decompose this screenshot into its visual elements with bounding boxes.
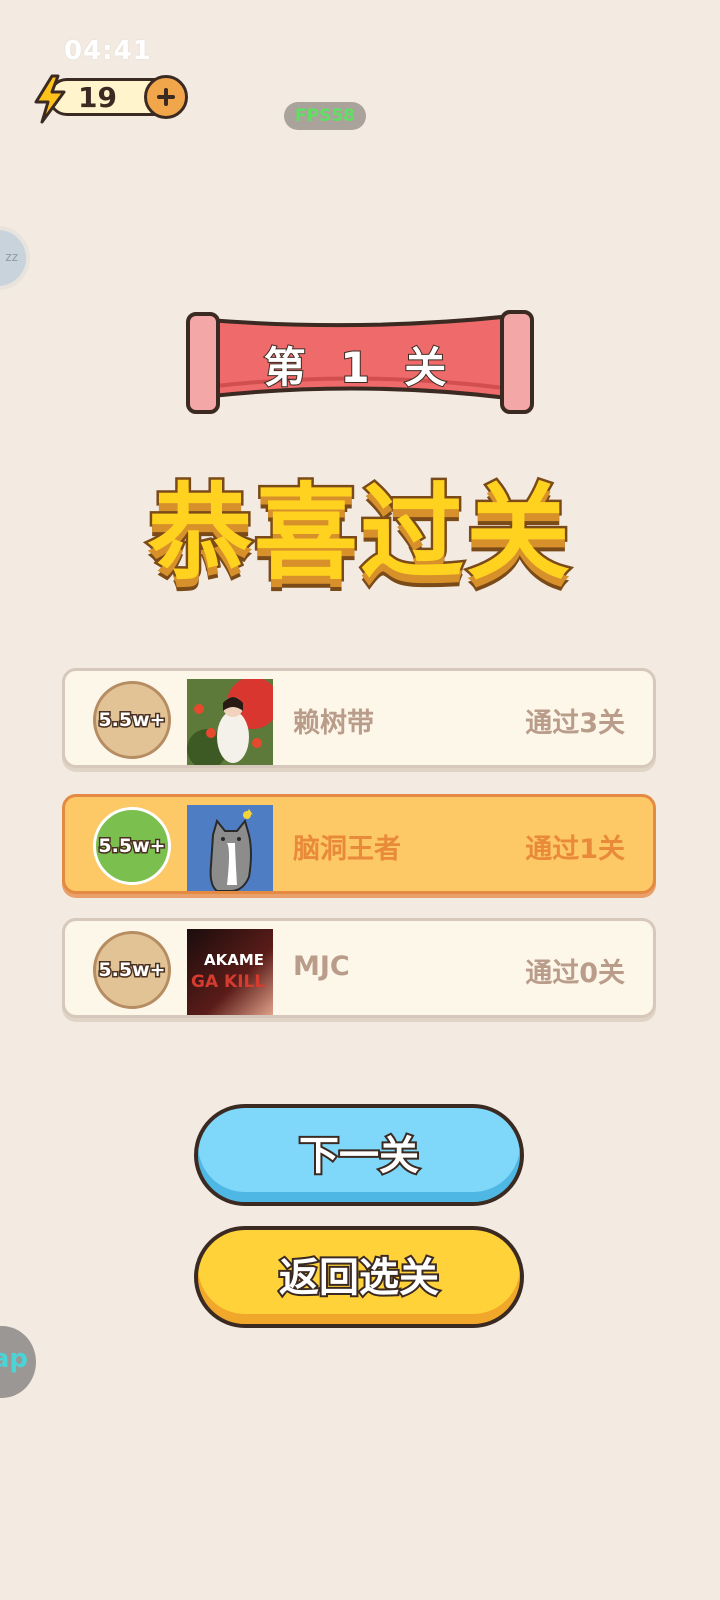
floating-side-button-top[interactable]: zz	[0, 226, 30, 290]
rank-badge: 5.5w+	[93, 681, 171, 759]
rank-badge: 5.5w+	[93, 931, 171, 1009]
rank-badge: 5.5w+	[93, 807, 171, 885]
avatar-text-line2: GA KILL	[191, 972, 265, 992]
avatar	[187, 805, 273, 891]
congrats-headline: 恭喜过关	[145, 470, 572, 597]
player-name: 脑洞王者	[293, 834, 401, 865]
level-number-title: 第 1 关	[263, 342, 457, 393]
next-level-label: 下一关	[297, 1131, 421, 1181]
lightning-bolt-icon	[34, 74, 66, 124]
avatar	[187, 679, 273, 765]
player-progress: 通过1关	[525, 834, 625, 865]
next-level-button[interactable]: 下一关	[194, 1104, 524, 1206]
floating-side-button-bottom[interactable]: ap	[0, 1326, 36, 1398]
ranking-row: 5.5w+ 赖树带 通过3关	[62, 668, 656, 768]
avatar-text-line1: AKAME	[204, 951, 264, 969]
avatar: AKAME GA KILL	[187, 929, 273, 1015]
player-progress: 通过0关	[525, 958, 625, 989]
ranking-row: 5.5w+ AKAME GA KILL MJC 通过0关	[62, 918, 656, 1018]
energy-count: 19	[78, 81, 117, 114]
avatar-photo-icon	[187, 679, 273, 765]
player-name: MJC	[293, 951, 350, 982]
player-name: 赖树带	[293, 708, 374, 739]
floating-side-label-bottom: ap	[0, 1344, 28, 1374]
level-banner: 第 1 关	[186, 310, 534, 420]
cat-avatar-icon	[187, 805, 273, 891]
back-to-level-select-button[interactable]: 返回选关	[194, 1226, 524, 1328]
back-to-level-select-label: 返回选关	[277, 1253, 441, 1303]
status-time: 04:41	[64, 36, 152, 66]
rank-badge-label: 5.5w+	[97, 958, 167, 983]
energy-counter: 19	[30, 74, 190, 124]
akame-avatar-icon: AKAME GA KILL	[187, 929, 273, 1015]
ranking-row-current-player: 5.5w+ 脑洞王者 通过1关	[62, 794, 656, 894]
fps-indicator: FPS58	[284, 102, 366, 130]
rank-badge-label: 5.5w+	[97, 834, 167, 859]
rank-badge-label: 5.5w+	[97, 708, 167, 733]
floating-side-label-top: zz	[5, 250, 18, 264]
player-progress: 通过3关	[525, 708, 625, 739]
add-energy-button[interactable]	[144, 75, 188, 119]
